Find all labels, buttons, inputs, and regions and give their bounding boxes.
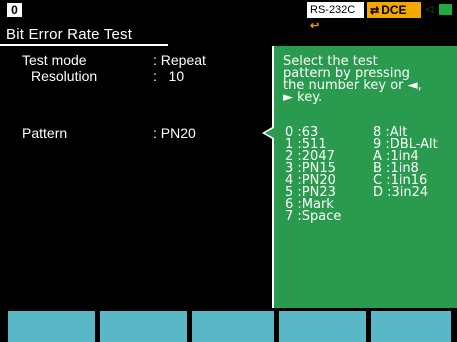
test-mode-value[interactable]: : Repeat	[153, 52, 206, 68]
rs232c-label: RS-232C	[310, 4, 356, 16]
pattern-label: Pattern	[22, 125, 68, 141]
bidirectional-arrows-icon: ⇄	[370, 5, 380, 17]
dce-label: DCE	[381, 3, 407, 17]
function-key-2[interactable]	[100, 311, 187, 342]
function-key-5[interactable]	[371, 311, 451, 342]
function-key-3[interactable]	[192, 311, 274, 342]
help-pointer-arrow-inner	[265, 128, 274, 138]
dce-badge: ⇄ DCE	[367, 2, 421, 18]
test-mode-label: Test mode	[22, 52, 87, 68]
rs232c-badge: RS-232C ↩	[307, 2, 364, 32]
plug-icon: ↩	[310, 20, 320, 32]
battery-icon	[439, 4, 452, 15]
pattern-option: 7 :Space	[285, 209, 342, 224]
help-line: ► key.	[283, 90, 323, 105]
title-underline	[0, 44, 168, 46]
status-bar: 0 RS-232C ↩ ⇄ DCE ◁	[0, 0, 457, 32]
help-panel-border	[272, 46, 274, 308]
pattern-option: D :3in24	[373, 185, 429, 200]
function-key-1[interactable]	[8, 311, 95, 342]
pattern-list-right: 8 :Alt 9 :DBL-Alt A :1in4 B :1in8 C :1in…	[373, 126, 438, 200]
small-status-icon: ◁	[425, 4, 434, 15]
resolution-value[interactable]: : 10	[153, 68, 184, 84]
function-key-4[interactable]	[279, 311, 366, 342]
help-text: Select the test pattern by pressing the …	[283, 55, 453, 105]
resolution-label: Resolution	[31, 68, 98, 84]
pattern-value[interactable]: : PN20	[153, 125, 196, 141]
page-title: Bit Error Rate Test	[6, 26, 133, 43]
screen-number: 0	[7, 3, 22, 17]
pattern-list-left: 0 :63 1 :511 2 :2047 3 :PN15 4 :PN20 5 :…	[285, 126, 342, 224]
